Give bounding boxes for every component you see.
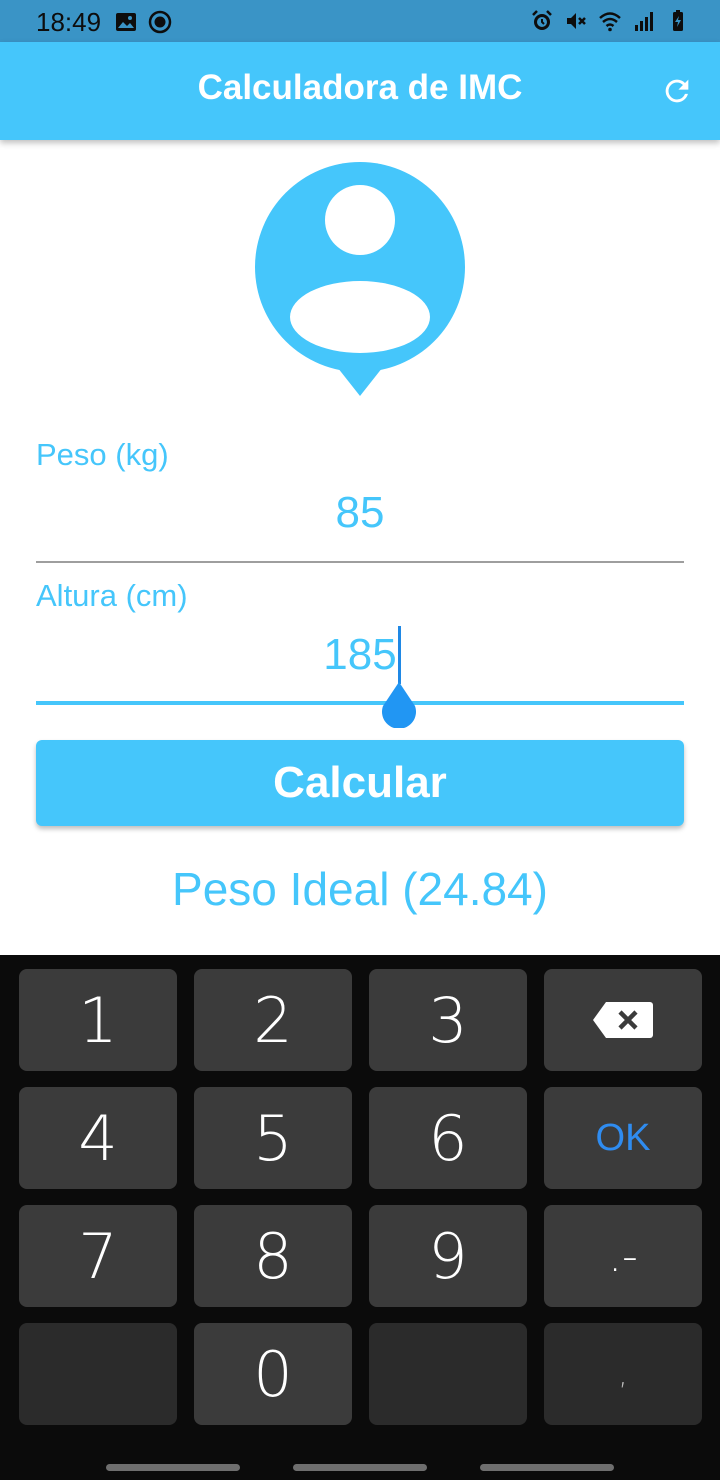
peso-input[interactable]: 85 [36,488,684,538]
key-label: 0 [253,1337,293,1411]
cursor-handle[interactable] [379,680,419,728]
key-empty-left [19,1323,177,1425]
key-label: 7 [78,1219,118,1293]
key-label: .- [608,1230,638,1282]
nav-pill-right[interactable] [480,1464,614,1471]
status-time: 18:49 [36,7,102,37]
mute-icon [567,13,586,29]
record-icon [148,10,172,34]
key-4[interactable]: 4 [19,1087,177,1189]
alarm-icon [532,10,552,30]
key-label: 4 [78,1101,118,1175]
key-9[interactable]: 9 [369,1205,527,1307]
key-label: 9 [428,1219,468,1293]
peso-underline [36,561,684,563]
altura-label: Altura (cm) [36,578,188,613]
key-8[interactable]: 8 [194,1205,352,1307]
refresh-icon[interactable] [660,74,694,108]
battery-icon [673,10,683,31]
page-title: Calculadora de IMC [197,68,523,107]
key-label: 3 [428,983,468,1057]
key-backspace[interactable] [544,969,702,1071]
signal-icon [635,12,653,31]
key-label: 2 [253,983,293,1057]
key-7[interactable]: 7 [19,1205,177,1307]
key-label: , [618,1356,628,1392]
altura-input[interactable]: 185 [36,630,684,680]
key-ok[interactable]: OK [544,1087,702,1189]
key-dot-minus[interactable]: .- [544,1205,702,1307]
nav-pill-left[interactable] [106,1464,240,1471]
app-bar: Calculadora de IMC [0,42,720,140]
backspace-icon [593,1002,653,1038]
key-label: 6 [428,1101,468,1175]
image-icon [116,13,136,31]
key-empty-right [369,1323,527,1425]
numeric-keyboard: 1 2 3 4 5 6 OK 7 8 9 .- 0 , [0,955,720,1480]
calcular-button[interactable]: Calcular [36,740,684,826]
key-1[interactable]: 1 [19,969,177,1071]
key-5[interactable]: 5 [194,1087,352,1189]
peso-label: Peso (kg) [36,437,169,472]
status-left-icons [114,10,172,34]
result-text: Peso Ideal (24.84) [172,863,548,915]
key-label: 1 [78,983,118,1057]
text-cursor [398,626,401,684]
key-3[interactable]: 3 [369,969,527,1071]
status-right-icons [530,9,690,33]
key-label: OK [595,1116,651,1159]
altura-underline [36,701,684,705]
key-2[interactable]: 2 [194,969,352,1071]
key-comma[interactable]: , [544,1323,702,1425]
status-bar: 18:49 [0,0,720,42]
person-pin-icon [255,162,465,396]
key-6[interactable]: 6 [369,1087,527,1189]
key-0[interactable]: 0 [194,1323,352,1425]
key-label: 8 [253,1219,293,1293]
nav-pill-center[interactable] [293,1464,427,1471]
wifi-icon [599,12,621,32]
key-label: 5 [253,1101,293,1175]
